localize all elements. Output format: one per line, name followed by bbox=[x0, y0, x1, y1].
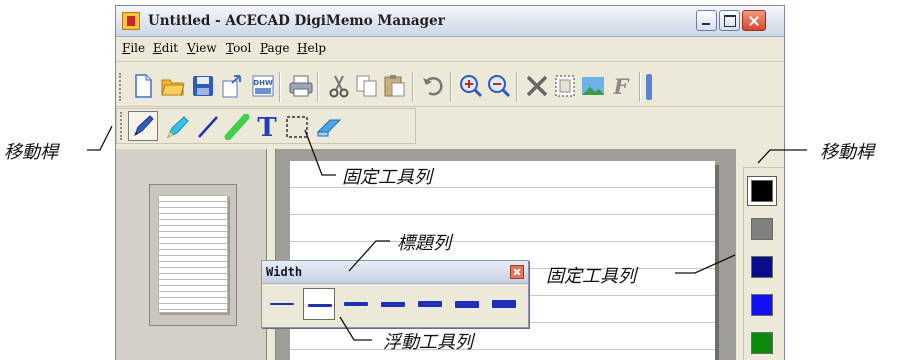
toolbar-separator bbox=[412, 72, 413, 102]
thumbnail-page bbox=[158, 195, 228, 313]
line-width-option[interactable] bbox=[488, 288, 520, 320]
toolbar-grip[interactable] bbox=[119, 73, 125, 101]
image-icon[interactable] bbox=[580, 73, 606, 99]
line-width-sample bbox=[308, 303, 332, 307]
menu-view[interactable]: View bbox=[187, 41, 217, 55]
export-icon[interactable] bbox=[220, 73, 246, 99]
select-page-icon[interactable] bbox=[552, 73, 578, 99]
close-button[interactable] bbox=[742, 10, 766, 31]
highlighter-icon[interactable] bbox=[164, 114, 190, 140]
toolbar-separator bbox=[279, 72, 280, 102]
main-toolbar: DHW F bbox=[116, 68, 784, 107]
eraser-icon[interactable] bbox=[315, 114, 345, 140]
line-width-sample bbox=[418, 301, 442, 307]
zoom-in-icon[interactable] bbox=[458, 73, 484, 99]
open-folder-icon[interactable] bbox=[160, 73, 186, 99]
menu-page[interactable]: Page bbox=[260, 41, 289, 55]
cut-icon[interactable] bbox=[326, 73, 352, 99]
toolbar-separator bbox=[450, 72, 451, 102]
panel-splitter[interactable] bbox=[267, 149, 276, 360]
annotation-fixed-toolbar-right: 固定工具列 bbox=[546, 266, 636, 287]
save-icon[interactable] bbox=[190, 73, 216, 99]
annotation-left-grip: 移動桿 bbox=[4, 142, 58, 163]
paste-icon[interactable] bbox=[382, 73, 408, 99]
pen-tool-selected-frame[interactable] bbox=[128, 111, 158, 141]
page-thumbnail-panel bbox=[116, 149, 267, 360]
text-icon[interactable]: T bbox=[254, 112, 280, 140]
menu-file[interactable]: File bbox=[122, 41, 145, 55]
maximize-button[interactable] bbox=[719, 10, 740, 31]
color-swatch[interactable] bbox=[751, 332, 773, 354]
line-width-option[interactable] bbox=[303, 288, 335, 320]
palette-grip[interactable] bbox=[743, 149, 784, 168]
delete-icon[interactable] bbox=[524, 73, 550, 99]
line-width-sample bbox=[455, 300, 479, 308]
new-file-icon[interactable] bbox=[130, 73, 156, 99]
color-swatch[interactable] bbox=[751, 294, 773, 316]
menu-bar: File Edit View Tool Page Help bbox=[116, 37, 784, 62]
annotation-title-bar: 標題列 bbox=[397, 233, 451, 254]
title-bar[interactable]: Untitled - ACECAD DigiMemo Manager bbox=[116, 6, 784, 37]
line-width-sample bbox=[270, 303, 294, 305]
font-icon[interactable]: F bbox=[608, 73, 634, 99]
line-width-option[interactable] bbox=[377, 288, 409, 320]
toolbar-separator bbox=[317, 72, 318, 102]
svg-text:T: T bbox=[257, 113, 277, 140]
line-width-option[interactable] bbox=[414, 288, 446, 320]
annotation-fixed-toolbar-top: 固定工具列 bbox=[342, 167, 432, 188]
line-width-sample bbox=[492, 300, 516, 308]
menu-tool[interactable]: Tool bbox=[226, 41, 251, 55]
line-width-option[interactable] bbox=[340, 288, 372, 320]
floating-toolbar-title: Width bbox=[266, 265, 303, 279]
color-palette-toolbar bbox=[743, 168, 784, 360]
selection-icon[interactable] bbox=[284, 114, 310, 140]
marker-icon[interactable] bbox=[224, 114, 250, 140]
svg-text:F: F bbox=[613, 74, 631, 99]
minimize-button[interactable] bbox=[696, 10, 717, 31]
copy-icon[interactable] bbox=[354, 73, 380, 99]
color-swatch[interactable] bbox=[751, 180, 773, 202]
toolbar-separator bbox=[639, 72, 640, 102]
print-icon[interactable] bbox=[288, 73, 314, 99]
svg-text:DHW: DHW bbox=[253, 79, 273, 87]
toolbar-separator bbox=[516, 72, 517, 102]
floating-toolbar-title-bar[interactable]: Width bbox=[262, 261, 528, 284]
zoom-out-icon[interactable] bbox=[486, 73, 512, 99]
menu-help[interactable]: Help bbox=[297, 41, 326, 55]
line-width-option[interactable] bbox=[451, 288, 483, 320]
annotation-line-left-grip bbox=[87, 125, 113, 151]
app-icon bbox=[122, 12, 140, 30]
color-swatch[interactable] bbox=[751, 218, 773, 240]
toolbar-overflow-icon[interactable] bbox=[646, 74, 652, 100]
menu-edit[interactable]: Edit bbox=[153, 41, 178, 55]
line-width-sample bbox=[344, 302, 368, 306]
line-icon[interactable] bbox=[195, 114, 221, 140]
pen-icon bbox=[134, 115, 154, 137]
annotation-floating-toolbar: 浮動工具列 bbox=[383, 332, 473, 353]
floating-width-toolbar: Width bbox=[261, 260, 529, 328]
color-swatch[interactable] bbox=[751, 256, 773, 278]
page-thumbnail[interactable] bbox=[149, 184, 237, 326]
floating-toolbar-close-button[interactable] bbox=[510, 265, 524, 279]
annotation-right-grip: 移動桿 bbox=[820, 142, 874, 163]
undo-icon[interactable] bbox=[420, 73, 446, 99]
window-title: Untitled - ACECAD DigiMemo Manager bbox=[148, 13, 445, 29]
line-width-option[interactable] bbox=[266, 288, 298, 320]
toolbar-grip[interactable] bbox=[120, 112, 126, 140]
line-width-sample bbox=[381, 301, 405, 307]
tools-toolbar: T bbox=[116, 108, 416, 144]
dhw-icon[interactable]: DHW bbox=[250, 73, 276, 99]
